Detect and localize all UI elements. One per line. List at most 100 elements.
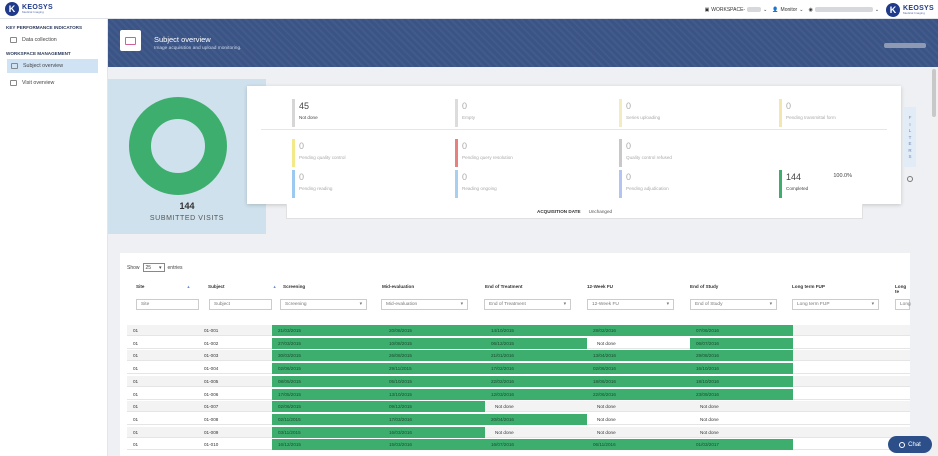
column-header[interactable]: End of Study: [690, 284, 718, 289]
table-cell-scr[interactable]: 17/05/2015: [272, 388, 383, 400]
column-filter-select[interactable]: Screening ▾: [280, 299, 367, 310]
table-cell-fu12[interactable]: 22/06/2016: [587, 388, 690, 400]
table-cell-eos[interactable]: Not done: [690, 414, 793, 425]
column-filter-select[interactable]: End of Treatment ▾: [484, 299, 571, 310]
table-cell-eos[interactable]: Not done: [690, 401, 793, 412]
table-cell-scr[interactable]: 08/05/2015: [272, 375, 383, 387]
sidebar-item-visit-overview[interactable]: Visit overview: [0, 76, 107, 90]
column-header[interactable]: 12-Week FU: [587, 284, 613, 289]
table-cell-scr[interactable]: 30/03/2015: [272, 350, 383, 362]
table-cell-mid[interactable]: 26/08/2015: [383, 350, 485, 362]
column-header[interactable]: Site ▲: [136, 284, 190, 289]
table-cell-mid[interactable]: 29/11/2015: [383, 363, 485, 375]
status-card[interactable]: 0 Reading ongoing: [455, 170, 533, 198]
column-filter-select[interactable]: Mid-evaluation ▾: [381, 299, 468, 310]
user-menu[interactable]: ◉ ⌄: [808, 7, 879, 13]
table-cell-eot[interactable]: 06/12/2015: [485, 337, 587, 349]
table-cell-mid[interactable]: 05/10/2015: [383, 375, 485, 387]
table-cell-fu12[interactable]: Not done: [587, 414, 690, 425]
table-cell-scr[interactable]: 02/06/2015: [272, 363, 383, 375]
column-filter-select[interactable]: Long term FUP ▾: [792, 299, 879, 310]
table-cell-eot[interactable]: 21/01/2016: [485, 350, 587, 362]
table-row[interactable]: 01 01-010 16/12/2015 15/03/2016 16/07/2016 06…: [127, 439, 910, 451]
table-cell-mid[interactable]: 15/03/2016: [383, 439, 485, 451]
status-card[interactable]: 0 Pending transmittal form: [779, 99, 857, 127]
table-cell-mid[interactable]: 13/10/2015: [383, 388, 485, 400]
column-header[interactable]: Subject ▲: [208, 284, 277, 289]
status-card[interactable]: 0 Pending query resolution: [455, 139, 533, 167]
table-cell-mid[interactable]: 09/12/2015: [383, 401, 485, 413]
table-cell-eos[interactable]: 29/08/2016: [690, 350, 793, 362]
table-cell-scr[interactable]: 03/11/2015: [272, 426, 383, 438]
gear-icon[interactable]: [907, 176, 913, 182]
table-cell-fu12[interactable]: 06/11/2016: [587, 439, 690, 451]
table-row[interactable]: 01 01-005 08/05/2015 05/10/2015 22/02/2016 18…: [127, 375, 910, 387]
table-cell-scr[interactable]: 02/06/2015: [272, 401, 383, 413]
table-cell-eot[interactable]: 17/02/2016: [485, 363, 587, 375]
column-header[interactable]: Mid-evaluation: [382, 284, 414, 289]
table-row[interactable]: 01 01-009 03/11/2015 16/03/2016 Not done Not …: [127, 426, 910, 438]
column-filter-input[interactable]: Subject: [209, 299, 272, 310]
status-card[interactable]: 0 Series uploading: [619, 99, 697, 127]
chat-button[interactable]: Chat: [888, 436, 932, 453]
table-row[interactable]: 01 01-003 30/03/2015 26/08/2015 21/01/2016 13…: [127, 350, 910, 362]
table-cell-scr[interactable]: 27/03/2015: [272, 337, 383, 349]
table-cell-eos[interactable]: 16/10/2016: [690, 363, 793, 375]
sort-icon[interactable]: ▲: [273, 284, 277, 289]
table-cell-scr[interactable]: 02/11/2015: [272, 413, 383, 425]
sort-icon[interactable]: ▲: [186, 284, 190, 289]
status-card[interactable]: 0 Pending reading: [292, 170, 370, 198]
table-cell-eos[interactable]: Not done: [690, 427, 793, 438]
table-cell-scr[interactable]: 16/12/2015: [272, 439, 383, 451]
column-filter-select[interactable]: Long: [895, 299, 911, 310]
column-header[interactable]: End of Treatment: [485, 284, 523, 289]
table-cell-eot[interactable]: 20/04/2016: [485, 413, 587, 425]
table-row[interactable]: 01 01-002 27/03/2015 10/08/2015 06/12/2015 No…: [127, 337, 910, 349]
table-cell-eot[interactable]: Not done: [485, 427, 587, 438]
column-header[interactable]: Long term FUP: [792, 284, 825, 289]
table-cell-scr[interactable]: 21/03/2015: [272, 325, 383, 336]
table-cell-mid[interactable]: 20/08/2015: [383, 325, 485, 336]
table-cell-fu12[interactable]: Not done: [587, 338, 690, 349]
column-filter-input[interactable]: Site: [136, 299, 199, 310]
table-cell-eot[interactable]: Not done: [485, 401, 587, 412]
table-cell-eos[interactable]: 18/10/2016: [690, 375, 793, 387]
table-cell-fu12[interactable]: Not done: [587, 401, 690, 412]
table-cell-fu12[interactable]: 18/06/2016: [587, 375, 690, 387]
table-cell-mid[interactable]: 10/08/2015: [383, 337, 485, 349]
table-cell-fu12[interactable]: 13/04/2016: [587, 350, 690, 362]
filters-tab[interactable]: FILTERS: [904, 107, 916, 167]
scrollbar-thumb[interactable]: [932, 69, 936, 117]
table-row[interactable]: 01 01-001 21/03/2015 20/08/2015 14/10/2015 28…: [127, 325, 910, 336]
table-cell-eos[interactable]: 23/09/2016: [690, 388, 793, 400]
role-selector[interactable]: 👤 Monitor ⌄: [772, 7, 803, 13]
table-cell-mid[interactable]: 16/03/2016: [383, 426, 485, 438]
status-card[interactable]: 144 Completed 100.0%: [779, 170, 857, 198]
scrollbar[interactable]: [931, 67, 937, 456]
sidebar-item-subject-overview[interactable]: Subject overview: [7, 59, 98, 73]
page-length-select[interactable]: 25 ▾: [142, 263, 165, 272]
workspace-selector[interactable]: ▣ WORKSPACE- ⌄: [705, 7, 768, 13]
status-card[interactable]: 0 Pending adjudication: [619, 170, 697, 198]
table-cell-eot[interactable]: 14/10/2015: [485, 325, 587, 336]
table-row[interactable]: 01 01-004 02/06/2015 29/11/2015 17/02/2016 02…: [127, 363, 910, 375]
status-card[interactable]: 0 Empty: [455, 99, 533, 127]
table-cell-fu12[interactable]: Not done: [587, 427, 690, 438]
table-row[interactable]: 01 01-006 17/05/2015 13/10/2015 12/03/2016 22…: [127, 388, 910, 400]
status-card[interactable]: 45 Not done: [292, 99, 370, 127]
table-cell-mid[interactable]: 17/03/2016: [383, 413, 485, 425]
column-header[interactable]: Screening: [283, 284, 305, 289]
table-row[interactable]: 01 01-007 02/06/2015 09/12/2015 Not done Not …: [127, 401, 910, 413]
table-cell-fu12[interactable]: 02/06/2016: [587, 363, 690, 375]
table-cell-eot[interactable]: 12/03/2016: [485, 388, 587, 400]
table-cell-eos[interactable]: 07/06/2016: [690, 325, 793, 336]
keosys-logo[interactable]: K KEOSYS Medical Imaging: [5, 2, 53, 16]
status-card[interactable]: 0 Quality control refused: [619, 139, 697, 167]
table-cell-fu12[interactable]: 28/02/2016: [587, 325, 690, 336]
table-cell-eos[interactable]: 01/03/2017: [690, 439, 793, 451]
column-header[interactable]: Long te: [895, 284, 910, 294]
column-filter-select[interactable]: End of Study ▾: [690, 299, 777, 310]
table-row[interactable]: 01 01-008 02/11/2015 17/03/2016 20/04/2016 No…: [127, 413, 910, 425]
status-card[interactable]: 0 Pending quality control: [292, 139, 370, 167]
sidebar-item-data-collection[interactable]: Data collection: [0, 33, 107, 47]
